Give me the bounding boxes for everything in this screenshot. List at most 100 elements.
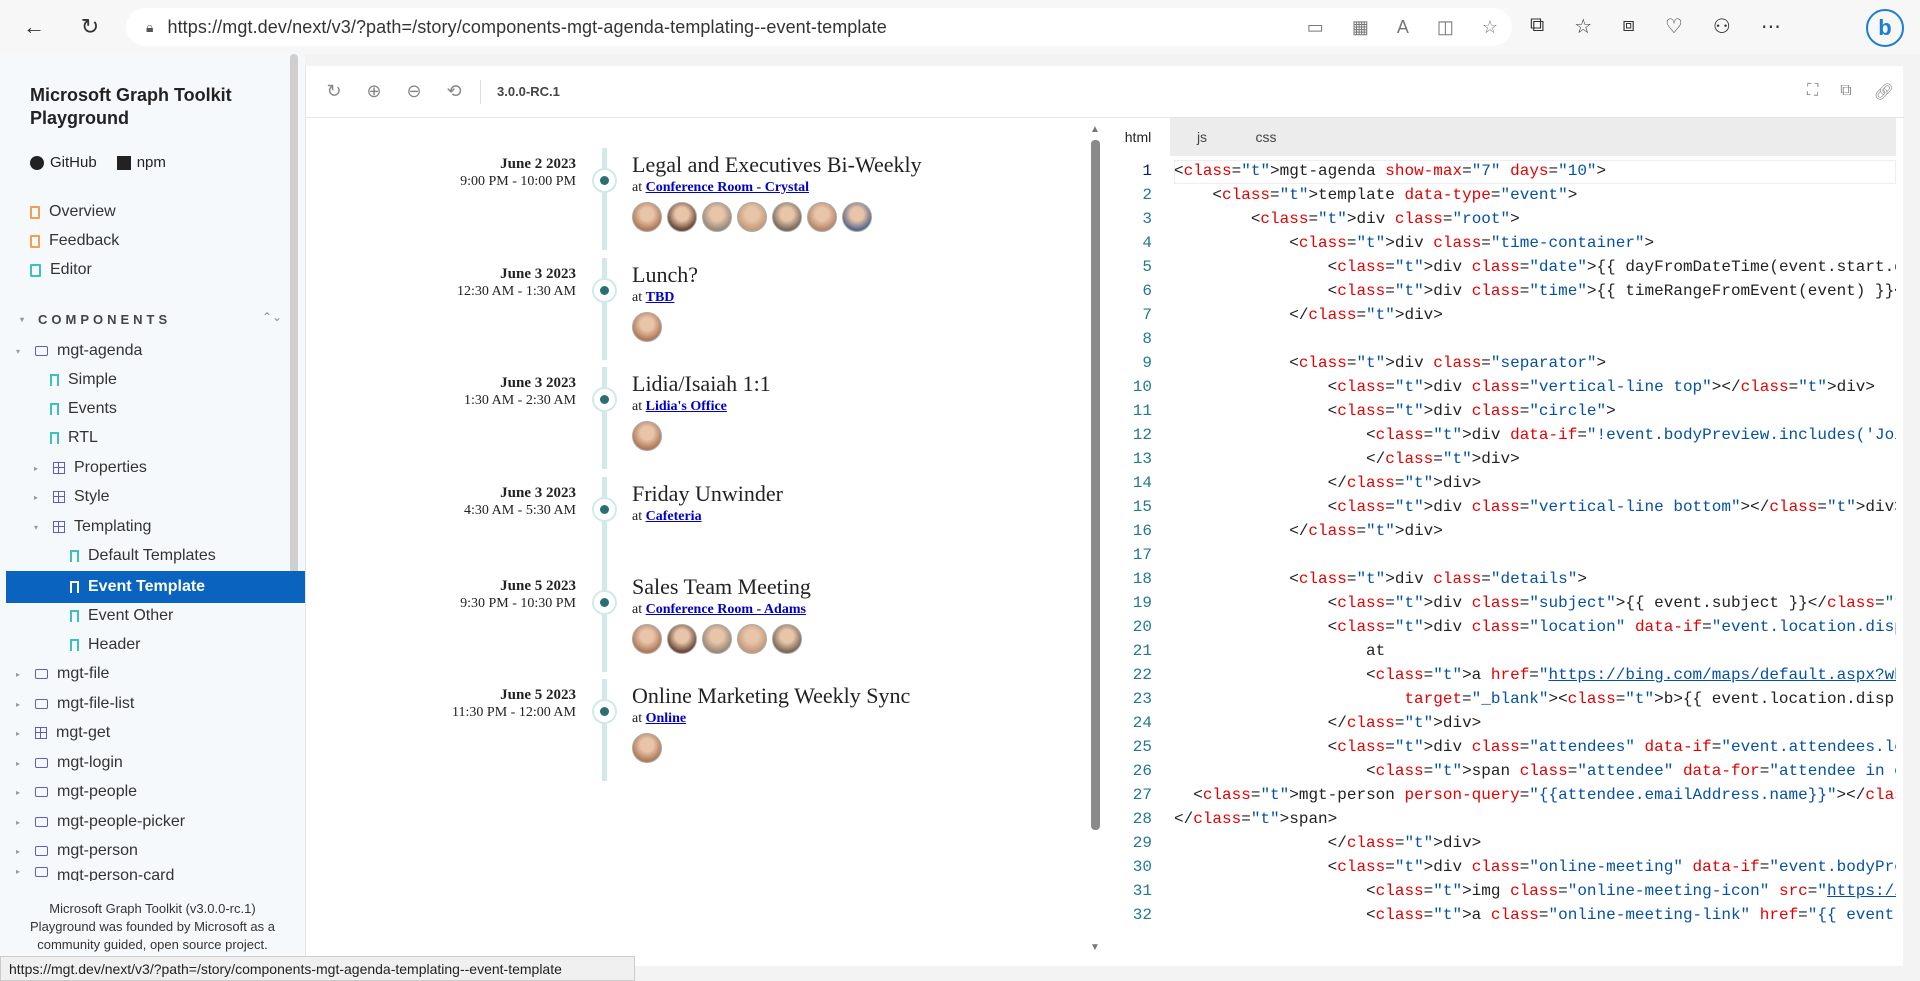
agenda-scrollbar[interactable] <box>1091 140 1100 830</box>
sidebar-item-header[interactable]: Header <box>70 632 140 658</box>
event-time: 11:30 PM - 12:00 AM <box>452 705 576 720</box>
sidebar-item-mgt-person[interactable]: ▸ mgt-person <box>16 838 138 864</box>
event-date: June 5 2023 <box>500 687 576 703</box>
code-line: <class="t">div class="time">{{ timeRange… <box>1174 282 1896 300</box>
caret-right-icon: ▸ <box>16 867 21 876</box>
favorites-icon[interactable]: ☆ <box>1574 14 1592 39</box>
refresh-icon[interactable]: ↻ <box>70 7 110 47</box>
location-link[interactable]: Conference Room - Adams <box>646 602 806 617</box>
attendee-avatar[interactable] <box>737 624 767 654</box>
timeline-line <box>602 679 607 781</box>
back-arrow-icon[interactable]: ← <box>14 7 54 47</box>
favorite-star-icon[interactable]: ☆ <box>1482 17 1498 38</box>
split-screen-icon[interactable]: ◫ <box>1437 17 1454 38</box>
attendee-avatar[interactable] <box>807 202 837 232</box>
document-icon <box>30 205 40 219</box>
github-link[interactable]: GitHub <box>30 154 97 171</box>
tab-js[interactable]: js <box>1170 118 1234 156</box>
sidebar-item-event-other[interactable]: Event Other <box>70 603 173 629</box>
sidebar-scrollbar[interactable] <box>290 54 298 574</box>
code-line: <class="t">div class="details"> <box>1174 570 1587 588</box>
bookmark-icon <box>70 550 79 562</box>
collapse-all-icon[interactable]: ⌃⌄ <box>262 310 282 324</box>
line-number: 9 <box>1142 354 1152 372</box>
sidebar-item-mgt-file[interactable]: ▸ mgt-file <box>16 661 109 687</box>
sidebar-item-events[interactable]: Events <box>50 396 117 422</box>
attendee-avatar[interactable] <box>737 202 767 232</box>
fullscreen-icon[interactable]: ⛶ <box>1807 82 1818 102</box>
more-menu-icon[interactable]: ⋯ <box>1761 14 1781 39</box>
attendee-avatar[interactable] <box>667 624 697 654</box>
scroll-up-arrow-icon[interactable]: ▲ <box>1090 124 1100 135</box>
sidebar-item-simple[interactable]: Simple <box>50 367 117 393</box>
reload-story-icon[interactable]: ↻ <box>314 81 354 102</box>
tab-css[interactable]: css <box>1234 118 1298 156</box>
scroll-down-arrow-icon[interactable]: ▼ <box>1090 942 1100 953</box>
attendee-avatar[interactable] <box>842 202 872 232</box>
zoom-reset-icon[interactable]: ⟲ <box>434 81 474 102</box>
location-link[interactable]: TBD <box>646 290 675 305</box>
sidebar-item-rtl[interactable]: RTL <box>50 425 98 451</box>
sidebar-item-mgt-file-list[interactable]: ▸ mgt-file-list <box>16 691 134 717</box>
attendee-avatar[interactable] <box>632 202 662 232</box>
sidebar-item-mgt-people[interactable]: ▸ mgt-people <box>16 779 137 805</box>
address-bar[interactable]: 🔒︎ https://mgt.dev/next/v3/?path=/story/… <box>126 8 1512 46</box>
attendee-avatar[interactable] <box>772 202 802 232</box>
zoom-out-icon[interactable]: ⊖ <box>394 81 434 102</box>
sidebar-item-event-template[interactable]: Event Template <box>70 574 205 600</box>
tab-html[interactable]: html <box>1106 118 1170 156</box>
copy-link-icon[interactable]: 🔗︎ <box>1874 82 1894 102</box>
sidebar-item-feedback[interactable]: Feedback <box>30 228 119 254</box>
attendee-avatar[interactable] <box>667 202 697 232</box>
agenda-event: June 3 2023 1:30 AM - 2:30 AM Lidia/Isaiah… <box>306 353 1101 469</box>
version-label: 3.0.0-RC.1 <box>497 84 560 99</box>
attendee-avatar[interactable] <box>702 624 732 654</box>
attendee-avatar[interactable] <box>632 421 662 451</box>
app-available-icon[interactable]: ▭ <box>1307 17 1324 38</box>
location-link[interactable]: Conference Room - Crystal <box>646 180 809 195</box>
event-date: June 3 2023 <box>500 485 576 501</box>
npm-link[interactable]: npm <box>116 154 166 171</box>
components-section-header[interactable]: ▾ COMPONENTS <box>20 312 171 327</box>
attendee-avatar[interactable] <box>772 624 802 654</box>
caret-right-icon: ▸ <box>16 669 21 679</box>
open-new-tab-icon[interactable]: ⧉ <box>1840 82 1851 102</box>
location-link[interactable]: Lidia's Office <box>646 399 727 414</box>
sidebar-item-mgt-get[interactable]: ▸ mgt-get <box>16 720 110 746</box>
line-number: 25 <box>1132 738 1152 756</box>
code-line: </class="t">div> <box>1174 522 1443 540</box>
extensions-icon[interactable]: ⧉ <box>1530 14 1544 39</box>
timeline-circle <box>592 387 617 412</box>
extensions-grid-icon[interactable]: ▦ <box>1352 17 1369 38</box>
sidebar-item-style[interactable]: ▸ Style <box>34 484 110 510</box>
sidebar-item-mgt-people-picker[interactable]: ▸ mgt-people-picker <box>16 809 185 835</box>
sidebar-item-default-templates[interactable]: Default Templates <box>70 543 216 569</box>
attendee-avatar[interactable] <box>702 202 732 232</box>
zoom-in-icon[interactable]: ⊕ <box>354 81 394 102</box>
sidebar-item-editor[interactable]: Editor <box>30 257 92 283</box>
sidebar-item-mgt-person-card[interactable]: ▸ mgt-person-card <box>16 867 174 881</box>
sidebar-item-mgt-agenda[interactable]: ▾ mgt-agenda <box>16 338 142 364</box>
sidebar-item-templating[interactable]: ▾ Templating <box>34 514 151 540</box>
agenda-event: June 5 2023 9:30 PM - 10:30 PM Sales Team … <box>306 556 1101 672</box>
read-aloud-icon[interactable]: A <box>1397 17 1409 38</box>
address-url[interactable]: https://mgt.dev/next/v3/?path=/story/com… <box>167 17 886 38</box>
code-area[interactable]: <class="t">mgt-agenda show-max="7" days=… <box>1174 160 1896 950</box>
event-location: at Cafeteria <box>632 509 702 525</box>
sidebar-item-properties[interactable]: ▸ Properties <box>34 455 147 481</box>
attendee-avatar[interactable] <box>632 733 662 763</box>
code-line: <class="t">span class="attendee" data-fo… <box>1174 762 1896 780</box>
location-link[interactable]: Cafeteria <box>646 509 702 524</box>
sidebar-item-overview[interactable]: Overview <box>30 199 116 225</box>
line-number: 17 <box>1132 546 1152 564</box>
attendee-avatar[interactable] <box>632 312 662 342</box>
folder-icon <box>35 787 48 797</box>
browser-essentials-icon[interactable]: ♡ <box>1665 14 1683 39</box>
attendee-avatar[interactable] <box>632 624 662 654</box>
profile-icon[interactable]: ⚇ <box>1713 14 1731 39</box>
collections-icon[interactable]: ⧈ <box>1622 14 1635 39</box>
sidebar-item-mgt-login[interactable]: ▸ mgt-login <box>16 750 123 776</box>
location-link[interactable]: Online <box>646 711 686 726</box>
document-icon <box>30 234 40 248</box>
bing-copilot-icon[interactable]: b <box>1866 9 1904 47</box>
